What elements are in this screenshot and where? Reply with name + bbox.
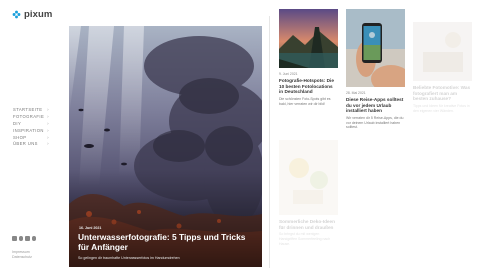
interior-photo xyxy=(413,22,472,81)
nav-label: DIY xyxy=(13,120,22,126)
article-teaser: Die schönsten Foto-Spots gibt es bald, h… xyxy=(279,97,331,106)
underwater-photo xyxy=(69,26,262,267)
instagram-icon[interactable] xyxy=(18,236,23,241)
chevron-right-icon: › xyxy=(47,120,49,126)
article-card[interactable]: 28. Mai 2021 Diese Reise-Apps solltest d… xyxy=(346,9,405,130)
article-card[interactable]: Beliebte Fotomotive: Was fotografiert ma… xyxy=(413,22,472,113)
youtube-icon[interactable] xyxy=(25,236,30,241)
chevron-right-icon: › xyxy=(47,106,49,112)
column-divider xyxy=(269,16,270,268)
nav-item-shop[interactable]: SHOP › xyxy=(13,134,49,141)
chevron-right-icon: › xyxy=(47,141,49,147)
article-title: Sommerliche Deko-Ideen für drinnen und d… xyxy=(279,219,336,230)
chevron-right-icon: › xyxy=(47,134,49,140)
article-title: Fotografie-Hotspots: Die 10 besten Fotol… xyxy=(279,78,334,95)
brand-name: pixum xyxy=(24,9,53,20)
nav-label: FOTOGRAFIE xyxy=(13,113,45,119)
article-card[interactable]: 9. Juni 2021 Fotografie-Hotspots: Die 10… xyxy=(279,9,338,106)
nav-item-startseite[interactable]: STARTSEITE › xyxy=(13,106,49,113)
article-thumbnail xyxy=(346,9,405,87)
article-title: Unterwasserfotografie: 5 Tipps und Trick… xyxy=(78,232,246,252)
article-title: Beliebte Fotomotive: Was fotografiert ma… xyxy=(413,85,471,102)
landscape-photo xyxy=(279,9,338,68)
article-teaser: Tipps und Ideen für kreative Fotos in de… xyxy=(413,104,470,113)
pixum-flower-icon xyxy=(12,10,21,19)
nav-item-fotografie[interactable]: FOTOGRAFIE › xyxy=(13,113,49,120)
chevron-right-icon: › xyxy=(47,127,49,133)
article-teaser: So bringst du mit wenigen Handgriffen So… xyxy=(279,232,331,246)
nav-label: STARTSEITE xyxy=(13,106,43,112)
article-subtitle: So gelingen dir traumhafte Unterwasserfo… xyxy=(78,256,180,260)
nav-label: ÜBER UNS xyxy=(13,141,38,147)
article-date: 28. Mai 2021 xyxy=(346,91,366,95)
facebook-icon[interactable] xyxy=(12,236,17,241)
decor-photo xyxy=(279,140,338,215)
pixum-logo[interactable]: pixum xyxy=(12,9,52,20)
article-thumbnail xyxy=(279,140,338,215)
social-links xyxy=(12,236,36,241)
nav-item-diy[interactable]: DIY › xyxy=(13,120,49,127)
nav-item-ueber-uns[interactable]: ÜBER UNS › xyxy=(13,140,49,147)
phone-photo xyxy=(346,9,405,87)
nav-label: INSPIRATION xyxy=(13,127,44,133)
featured-article-card[interactable]: 16. Juni 2021 Unterwasserfotografie: 5 T… xyxy=(69,26,262,267)
footer-links: Impressum Datenschutz xyxy=(12,250,32,261)
article-date: 9. Juni 2021 xyxy=(279,72,298,76)
nav-label: SHOP xyxy=(13,134,27,140)
privacy-link[interactable]: Datenschutz xyxy=(12,255,32,260)
article-card[interactable]: Sommerliche Deko-Ideen für drinnen und d… xyxy=(279,140,338,246)
chevron-right-icon: › xyxy=(47,113,49,119)
pinterest-icon[interactable] xyxy=(31,236,36,241)
article-thumbnail xyxy=(413,22,472,81)
article-teaser: Wir verraten dir 5 Reise-Apps, die du vo… xyxy=(346,116,404,130)
article-date: 16. Juni 2021 xyxy=(79,226,102,230)
article-thumbnail xyxy=(279,9,338,68)
main-nav: STARTSEITE › FOTOGRAFIE › DIY › INSPIRATION… xyxy=(13,106,49,147)
article-title: Diese Reise-Apps solltest du vor jedem U… xyxy=(346,97,404,114)
nav-item-inspiration[interactable]: INSPIRATION › xyxy=(13,127,49,134)
